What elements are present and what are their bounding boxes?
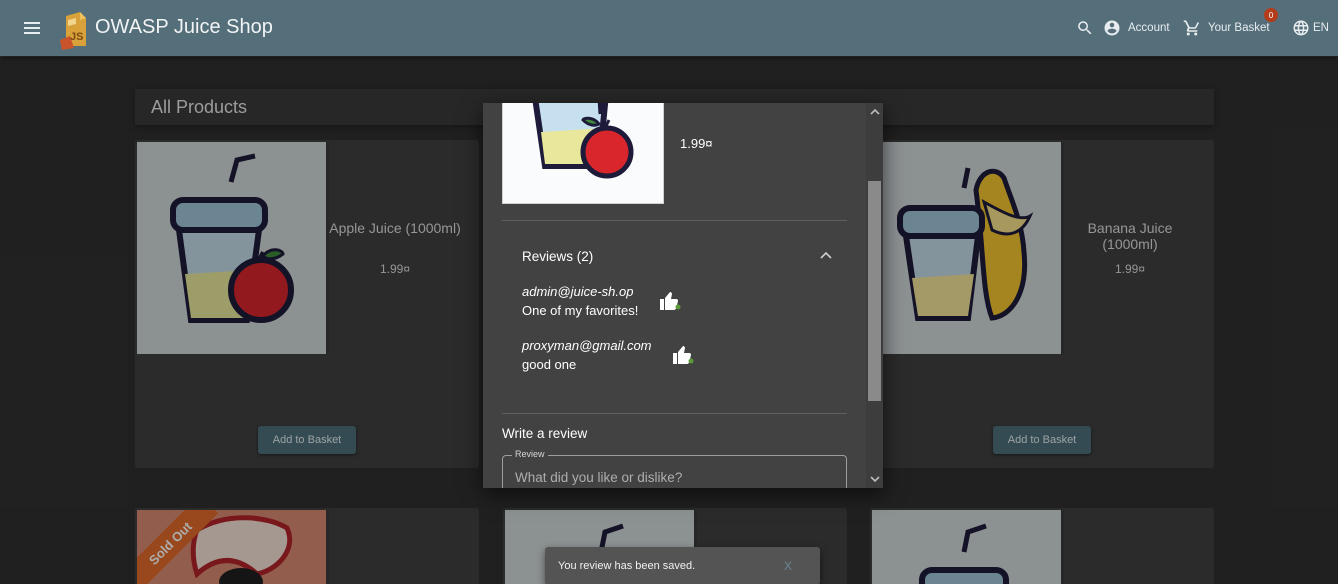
account-label: Account — [1128, 22, 1170, 34]
basket-label: Your Basket — [1208, 22, 1270, 34]
review-field[interactable]: Review — [502, 449, 847, 488]
search-icon — [1078, 21, 1092, 35]
scroll-up-arrow[interactable] — [866, 103, 883, 120]
snackbar-close-button[interactable]: X — [784, 559, 792, 573]
top-toolbar: JS OWASP Juice Shop Account Your Basket … — [0, 0, 1338, 56]
chevron-down-icon — [869, 476, 880, 483]
thumbs-up-icon[interactable] — [659, 291, 681, 311]
dialog-scrollbar[interactable] — [866, 103, 883, 488]
basket-count-badge: 0 — [1264, 8, 1278, 22]
divider-bottom — [502, 413, 847, 414]
shopping-cart-icon — [1183, 20, 1199, 36]
juice-shop-logo[interactable]: JS — [56, 6, 94, 50]
scroll-down-arrow[interactable] — [866, 471, 883, 488]
globe-icon — [1293, 20, 1309, 36]
language-label: EN — [1313, 22, 1329, 34]
review-text: One of my favorites! — [522, 303, 639, 318]
snackbar: You review has been saved. X — [545, 547, 820, 584]
review-field-label: Review — [512, 449, 548, 459]
account-button[interactable]: Account — [1103, 0, 1170, 56]
write-review-title: Write a review — [502, 426, 588, 441]
reviews-expansion-header[interactable]: Reviews (2) — [522, 249, 593, 264]
basket-button[interactable]: Your Basket — [1183, 0, 1270, 56]
search-button[interactable] — [1076, 0, 1094, 56]
scrollbar-thumb[interactable] — [868, 181, 881, 401]
logo-lettering: JS — [70, 31, 83, 43]
product-details-dialog: 1.99¤ Reviews (2) admin@juice-sh.op One … — [483, 103, 883, 488]
dialog-product-image — [502, 103, 664, 204]
review-author: admin@juice-sh.op — [522, 284, 634, 299]
app-title[interactable]: OWASP Juice Shop — [95, 16, 273, 39]
chevron-up-icon[interactable] — [819, 250, 833, 260]
divider-top — [502, 220, 847, 221]
account-circle-icon — [1104, 20, 1120, 36]
snackbar-message: You review has been saved. — [558, 560, 696, 572]
review-input[interactable] — [515, 470, 835, 485]
review-author: proxyman@gmail.com — [522, 338, 652, 353]
chevron-up-icon — [869, 108, 880, 115]
thumbs-up-icon[interactable] — [672, 345, 694, 365]
language-button[interactable]: EN — [1292, 0, 1329, 56]
review-text: good one — [522, 357, 577, 372]
dialog-product-price: 1.99¤ — [680, 136, 713, 151]
menu-icon[interactable] — [20, 16, 44, 40]
